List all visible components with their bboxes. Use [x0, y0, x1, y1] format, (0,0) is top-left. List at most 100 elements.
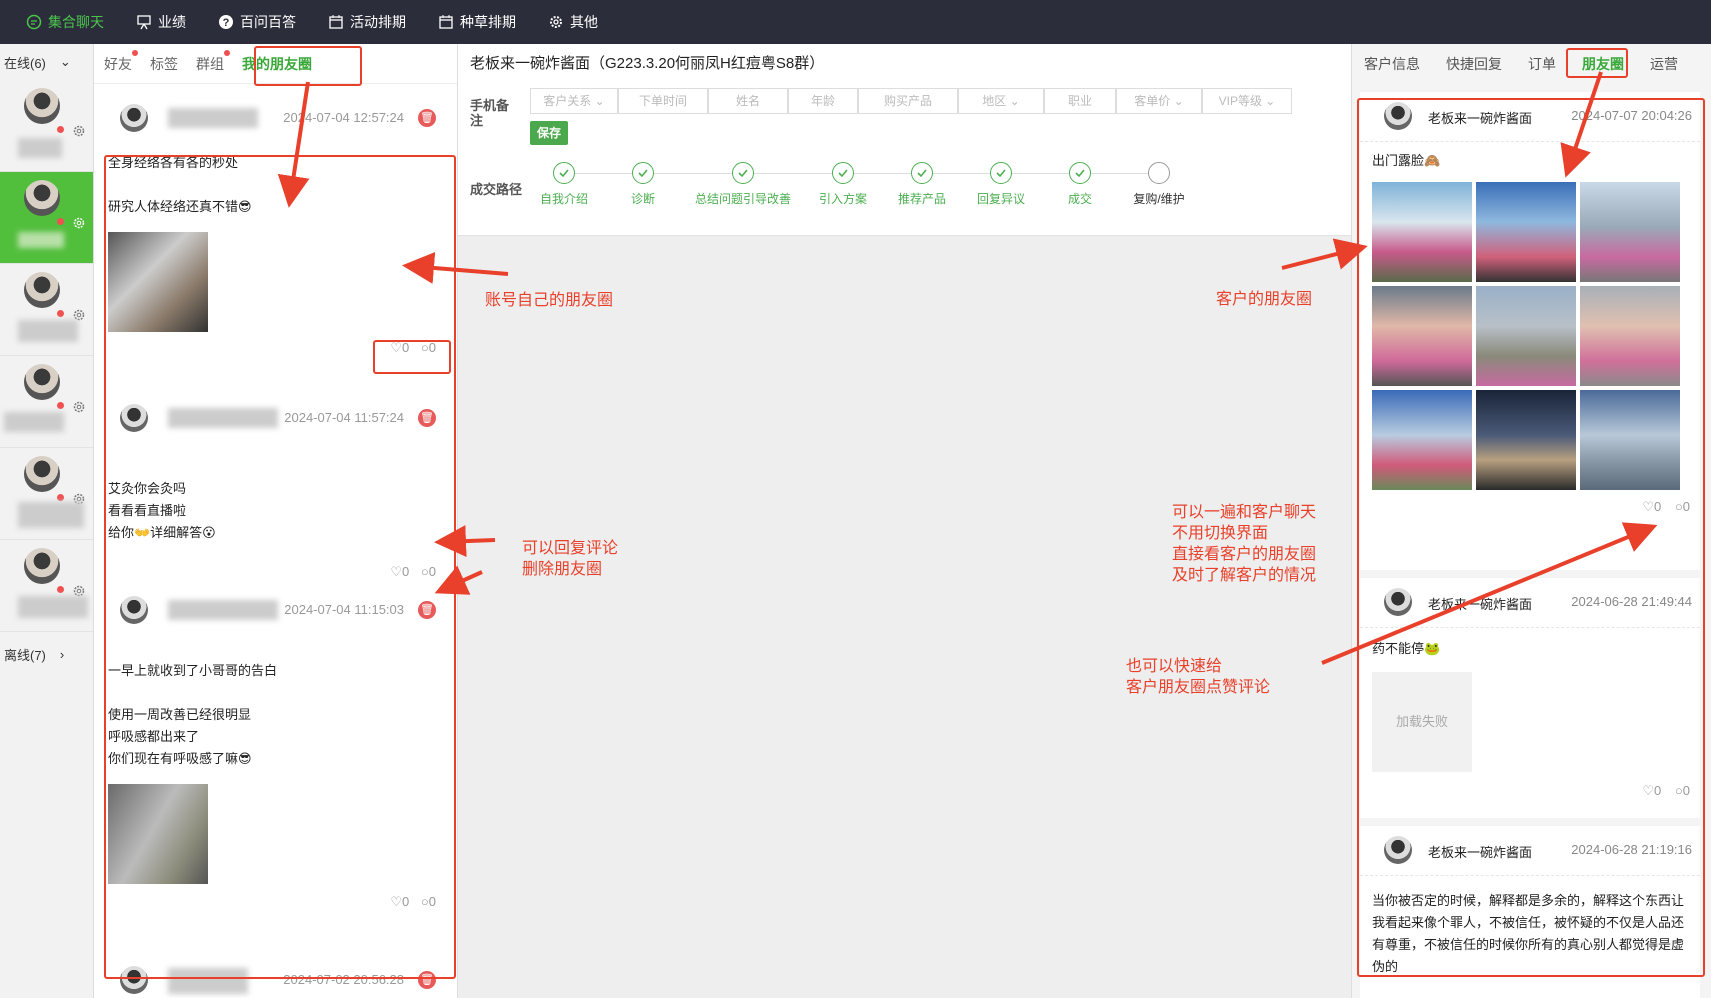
field-age[interactable]: 年龄 — [788, 88, 858, 114]
comment-icon[interactable]: ○ — [421, 564, 429, 579]
field-price[interactable]: 客单价 ⌄ — [1116, 88, 1202, 114]
comment-count: 0 — [1682, 499, 1690, 514]
comment-icon[interactable]: ○ — [1675, 783, 1683, 798]
avatar — [24, 88, 60, 124]
gear-icon[interactable] — [72, 400, 86, 414]
path-step[interactable]: 复购/维护 — [1109, 162, 1209, 207]
post-photo[interactable] — [1580, 182, 1680, 282]
field-region[interactable]: 地区 ⌄ — [958, 88, 1044, 114]
tab-groups[interactable]: 群组 — [196, 49, 230, 74]
nav-other[interactable]: 其他 — [548, 12, 598, 32]
save-button[interactable]: 保存 — [530, 121, 568, 145]
like-icon[interactable]: ♡ — [1642, 499, 1654, 514]
post-photo[interactable] — [1372, 286, 1472, 386]
post-actions: ♡0 ○0 — [104, 890, 446, 914]
contact-item[interactable] — [0, 264, 93, 356]
offline-group-header[interactable]: 离线(7) › — [0, 636, 93, 672]
contact-item[interactable] — [0, 448, 93, 540]
phone-note-label: 手机备注 — [470, 98, 510, 128]
nav-label: 活动排期 — [350, 14, 406, 30]
field-placeholder: 姓名 — [735, 94, 760, 108]
unread-dot — [57, 310, 64, 317]
like-icon[interactable]: ♡ — [390, 894, 402, 909]
question-icon: ? — [219, 15, 233, 29]
tab-customer-moments[interactable]: 朋友圈 — [1582, 54, 1624, 74]
post-text-line: 使用一周改善已经很明显 — [108, 707, 252, 722]
online-group-label: 在线(6) — [4, 55, 46, 71]
post-header: 老板来一碗炸酱面 2024-07-07 20:04:26 — [1360, 92, 1700, 142]
online-group-header[interactable]: 在线(6) ⌄ — [0, 44, 93, 80]
post-text-line: 看看看直播啦 — [108, 503, 187, 518]
moment-post: 2024-07-04 11:15:03 🗑 一早上就收到了小哥哥的告白 使用一周… — [104, 584, 446, 914]
unread-dot — [57, 586, 64, 593]
photo-grid — [1360, 178, 1700, 494]
avatar — [1384, 588, 1412, 616]
like-count: 0 — [1654, 499, 1662, 514]
path-step[interactable]: 总结问题引导改善 — [693, 162, 793, 207]
contact-item[interactable] — [0, 356, 93, 448]
post-time: 2024-07-04 12:57:24 — [283, 110, 404, 125]
like-icon[interactable]: ♡ — [390, 564, 402, 579]
image-load-failed: 加载失败 — [1372, 672, 1472, 772]
post-photo[interactable] — [1580, 286, 1680, 386]
delete-icon[interactable]: 🗑 — [418, 971, 436, 989]
post-photo[interactable] — [1580, 390, 1680, 490]
path-step[interactable]: 诊断 — [593, 162, 693, 207]
post-photo[interactable] — [1372, 390, 1472, 490]
delete-icon[interactable]: 🗑 — [418, 409, 436, 427]
customer-moment-post: 老板来一碗炸酱面 2024-06-28 21:19:16 当你被否定的时候，解释… — [1360, 826, 1700, 998]
field-name[interactable]: 姓名 — [708, 88, 788, 114]
nav-performance[interactable]: 业绩 — [136, 12, 186, 32]
my-moments-panel: 好友 标签 群组 我的朋友圈 2024-07-04 12:57:24 🗑 全身经… — [94, 44, 458, 998]
field-order-time[interactable]: 下单时间 — [618, 88, 708, 114]
delete-icon[interactable]: 🗑 — [418, 109, 436, 127]
post-text: 出门露脸🙈 — [1372, 153, 1441, 168]
nav-seeding-schedule[interactable]: 种草排期 — [438, 12, 516, 32]
avatar — [120, 104, 148, 132]
tab-quick-reply[interactable]: 快捷回复 — [1446, 54, 1502, 74]
contact-item-selected[interactable] — [0, 172, 93, 264]
tab-label: 好友 — [104, 55, 132, 72]
avatar — [120, 966, 148, 994]
tab-label: 群组 — [196, 55, 224, 72]
step-label: 总结问题引导改善 — [694, 192, 791, 206]
post-photo[interactable] — [1372, 182, 1472, 282]
post-image[interactable] — [108, 232, 208, 332]
like-icon[interactable]: ♡ — [1642, 783, 1654, 798]
tab-operations[interactable]: 运营 — [1650, 54, 1678, 74]
contact-item[interactable] — [0, 80, 93, 172]
comment-icon[interactable]: ○ — [421, 894, 429, 909]
post-photo[interactable] — [1476, 390, 1576, 490]
contact-item[interactable] — [0, 540, 93, 632]
field-relation[interactable]: 客户关系 ⌄ — [530, 88, 618, 114]
post-image[interactable] — [108, 784, 208, 884]
tab-friends[interactable]: 好友 — [104, 49, 138, 74]
annotation-chat-line: 及时了解客户的情况 — [1172, 567, 1317, 584]
avatar — [24, 364, 60, 400]
nav-group-chat[interactable]: 集合聊天 — [26, 12, 104, 32]
comment-icon[interactable]: ○ — [1675, 499, 1683, 514]
post-photo[interactable] — [1476, 182, 1576, 282]
like-icon[interactable]: ♡ — [390, 340, 402, 355]
tab-my-moments[interactable]: 我的朋友圈 — [242, 54, 312, 74]
gear-icon[interactable] — [72, 124, 86, 138]
gear-icon[interactable] — [72, 216, 86, 230]
post-photo[interactable] — [1476, 286, 1576, 386]
tab-tags[interactable]: 标签 — [150, 54, 178, 74]
gear-icon — [550, 16, 562, 28]
delete-icon[interactable]: 🗑 — [418, 601, 436, 619]
nav-faq[interactable]: ? 百问百答 — [218, 12, 296, 32]
nav-label: 百问百答 — [240, 14, 296, 30]
field-vip[interactable]: VIP等级 ⌄ — [1202, 88, 1292, 114]
field-product[interactable]: 购买产品 — [858, 88, 958, 114]
annotation-like-line: 客户朋友圈点赞评论 — [1126, 679, 1271, 696]
tab-label: 我的朋友圈 — [242, 55, 312, 72]
post-text: 药不能停🐸 — [1372, 641, 1441, 656]
masked-name — [168, 600, 278, 620]
unread-dot — [57, 494, 64, 501]
field-job[interactable]: 职业 — [1044, 88, 1116, 114]
nav-activity-schedule[interactable]: 活动排期 — [328, 12, 406, 32]
comment-icon[interactable]: ○ — [421, 340, 429, 355]
tab-orders[interactable]: 订单 — [1528, 54, 1556, 74]
tab-customer-info[interactable]: 客户信息 — [1364, 54, 1420, 74]
